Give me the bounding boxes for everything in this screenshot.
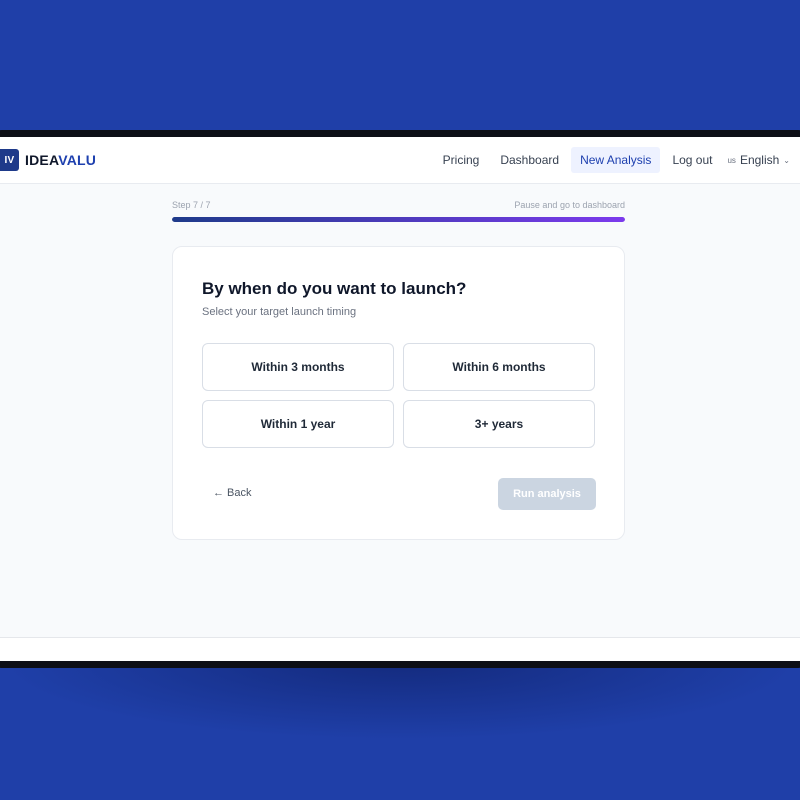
question-card: By when do you want to launch? Select yo… [172,246,625,540]
logo-text-part1: IDEA [25,152,59,168]
logo[interactable]: IV IDEAVALU [0,149,96,171]
back-button[interactable]: ← Back [213,487,252,499]
app-screen: IV IDEAVALU Pricing Dashboard New Analys… [0,137,800,661]
nav-log-out[interactable]: Log out [663,147,721,173]
progress-bar [172,217,625,222]
question-subtitle: Select your target launch timing [202,306,357,318]
question-title: By when do you want to launch? [202,279,467,298]
chevron-down-icon: ⌄ [783,155,790,165]
nav-pricing[interactable]: Pricing [434,147,489,173]
step-label: Step 7 / 7 [172,200,211,210]
nav-new-analysis[interactable]: New Analysis [571,147,661,173]
logo-text: IDEAVALU [25,152,96,168]
language-label: English [739,153,780,167]
option-within-6-months[interactable]: Within 6 months [403,343,595,391]
pause-link[interactable]: Pause and go to dashboard [514,200,625,210]
logo-badge: IV [0,149,19,171]
option-within-3-months[interactable]: Within 3 months [202,343,394,391]
option-3-plus-years[interactable]: 3+ years [403,400,595,448]
nav-links: Pricing Dashboard New Analysis Log out u… [431,147,790,173]
language-selector[interactable]: us English ⌄ [727,153,790,167]
run-analysis-button[interactable]: Run analysis [498,478,596,510]
logo-text-part2: VALU [58,152,97,168]
nav-dashboard[interactable]: Dashboard [491,147,568,173]
language-flag-code: us [727,155,736,165]
option-within-1-year[interactable]: Within 1 year [202,400,394,448]
progress-header: Step 7 / 7 Pause and go to dashboard [172,200,625,210]
top-navbar: IV IDEAVALU Pricing Dashboard New Analys… [0,137,800,184]
footer [0,638,800,661]
progress-bar-fill [172,217,625,222]
